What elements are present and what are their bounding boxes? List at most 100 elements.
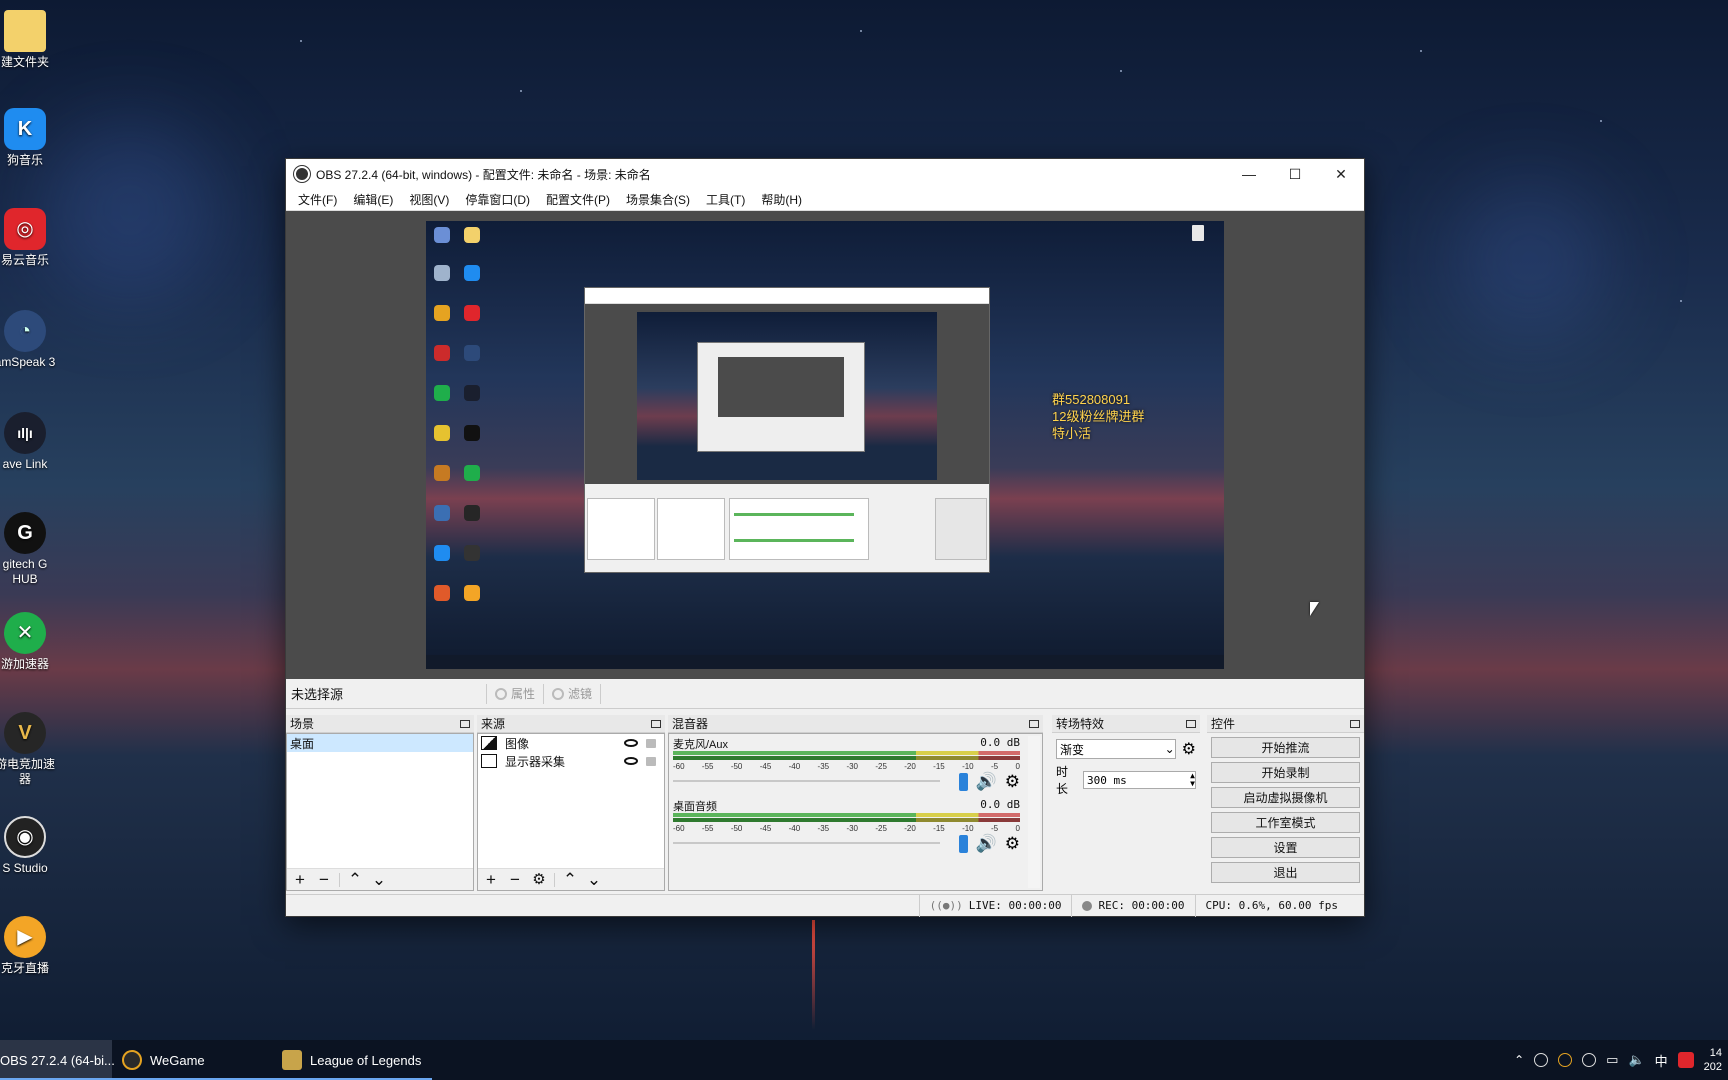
source-item[interactable]: 图像 xyxy=(478,734,664,752)
wegame-tray-icon[interactable] xyxy=(1558,1053,1573,1067)
mini-desktop-icon xyxy=(464,585,480,601)
mini-desktop-icon xyxy=(434,425,450,441)
desktop-icon-netease[interactable]: ◎ 易云音乐 xyxy=(0,208,60,268)
network-icon[interactable]: ▭ xyxy=(1606,1052,1618,1068)
volume-slider-handle[interactable] xyxy=(958,773,968,791)
controls-buttons: 开始推流 开始录制 启动虚拟摄像机 工作室模式 设置 退出 xyxy=(1207,733,1364,883)
eye-icon[interactable] xyxy=(624,739,638,747)
start-streaming-button[interactable]: 开始推流 xyxy=(1211,737,1360,758)
tick-label: -20 xyxy=(904,762,916,771)
transition-select[interactable]: 渐变 ⌄ xyxy=(1056,739,1176,759)
menu-scene-collection[interactable]: 场景集合(S) xyxy=(618,191,698,208)
desktop-icon-folder[interactable]: 建文件夹 xyxy=(0,10,60,70)
float-dock-icon[interactable] xyxy=(1186,719,1196,728)
overlay-line: 12级粉丝牌进群 xyxy=(1052,409,1145,424)
desktop-icon-obs[interactable]: ◉ S Studio xyxy=(0,816,60,876)
float-dock-icon[interactable] xyxy=(1029,719,1039,728)
studio-mode-button[interactable]: 工作室模式 xyxy=(1211,812,1360,833)
scenes-toolbar: + − ⌃ ⌄ xyxy=(287,868,473,890)
properties-button[interactable]: 属性 xyxy=(486,683,543,704)
scenes-list: 桌面 + − ⌃ ⌄ xyxy=(286,733,474,891)
menu-file[interactable]: 文件(F) xyxy=(290,191,345,208)
duration-label: 时长 xyxy=(1056,765,1069,796)
minimize-button[interactable]: — xyxy=(1226,159,1272,189)
title-bar[interactable]: OBS 27.2.4 (64-bit, windows) - 配置文件: 未命名… xyxy=(286,159,1364,189)
mini-desktop-icon xyxy=(434,345,450,361)
desktop-icon-label: ave Link xyxy=(2,457,48,471)
volume-meter xyxy=(673,818,1020,822)
move-up-icon[interactable]: ⌃ xyxy=(346,870,364,889)
menu-view[interactable]: 视图(V) xyxy=(401,191,457,208)
menu-docks[interactable]: 停靠窗口(D) xyxy=(457,191,538,208)
remove-icon[interactable]: − xyxy=(506,870,524,889)
preview-canvas[interactable]: 群552808091 12级粉丝牌进群 特小活 xyxy=(426,221,1224,669)
desktop-icon-accelerator[interactable]: ✕ 游加速器 xyxy=(0,612,60,672)
desktop-icon-kugou[interactable]: K 狗音乐 xyxy=(0,108,60,168)
float-dock-icon[interactable] xyxy=(460,719,470,728)
desktop-icon-ghub[interactable]: G gitech G HUB xyxy=(0,512,60,587)
menu-help[interactable]: 帮助(H) xyxy=(753,191,810,208)
lock-icon[interactable] xyxy=(646,738,656,748)
speaker-icon[interactable]: 🔊 xyxy=(976,772,997,792)
move-down-icon[interactable]: ⌄ xyxy=(370,870,388,889)
desktop-icon-esports[interactable]: V 游电竞加速器 xyxy=(0,712,60,787)
clock[interactable]: 14 202 xyxy=(1704,1046,1722,1074)
gear-icon[interactable]: ⚙ xyxy=(1182,739,1196,759)
float-dock-icon[interactable] xyxy=(651,719,661,728)
lock-icon[interactable] xyxy=(646,756,656,766)
desktop-icon-label: 游电竞加速器 xyxy=(0,757,55,786)
exit-button[interactable]: 退出 xyxy=(1211,862,1360,883)
volume-slider[interactable] xyxy=(673,780,940,782)
preview-area[interactable]: 群552808091 12级粉丝牌进群 特小活 xyxy=(286,211,1364,679)
gear-icon[interactable]: ⚙ xyxy=(1005,772,1020,792)
start-virtual-camera-button[interactable]: 启动虚拟摄像机 xyxy=(1211,787,1360,808)
tick-label: -10 xyxy=(962,762,974,771)
desktop-icon-huya[interactable]: ▶ 克牙直播 xyxy=(0,916,60,976)
gear-icon[interactable]: ⚙ xyxy=(530,871,548,889)
menu-tools[interactable]: 工具(T) xyxy=(698,191,753,208)
start-recording-button[interactable]: 开始录制 xyxy=(1211,762,1360,783)
maximize-button[interactable]: ☐ xyxy=(1272,159,1318,189)
spin-arrows-icon[interactable]: ▲ ▼ xyxy=(1190,772,1195,788)
ime-indicator[interactable]: 中 xyxy=(1655,1051,1668,1070)
mixer-dock: 混音器 麦克风/Aux 0.0 dB -60 -55 -50 -45 -40 -35 -30… xyxy=(668,715,1043,891)
sogou-ime-icon[interactable] xyxy=(1677,1052,1694,1068)
mixer-scrollbar[interactable] xyxy=(1028,736,1040,888)
float-dock-icon[interactable] xyxy=(1350,719,1360,728)
obs-tray-icon[interactable] xyxy=(1534,1053,1549,1067)
channel-header: 麦克风/Aux 0.0 dB xyxy=(673,736,1020,751)
docks-area: 场景 桌面 + − ⌃ ⌄ 来源 图像 显示器采集 + − ⚙ ⌃ ⌄ 混音器 … xyxy=(286,715,1364,891)
mini-desktop-icon xyxy=(464,545,480,561)
gear-icon[interactable]: ⚙ xyxy=(1005,834,1020,854)
move-up-icon[interactable]: ⌃ xyxy=(561,870,579,889)
source-item[interactable]: 显示器采集 xyxy=(478,752,664,770)
move-down-icon[interactable]: ⌄ xyxy=(585,870,603,889)
add-icon[interactable]: + xyxy=(291,870,309,889)
add-icon[interactable]: + xyxy=(482,870,500,889)
filters-button[interactable]: 滤镜 xyxy=(543,683,600,704)
close-button[interactable]: ✕ xyxy=(1318,159,1364,189)
chevron-up-icon[interactable]: ⌃ xyxy=(1514,1053,1524,1067)
taskbar-item-lol[interactable]: League of Legends xyxy=(272,1040,432,1080)
taskbar-item-wegame[interactable]: WeGame xyxy=(112,1040,272,1080)
speaker-icon[interactable]: 🔊 xyxy=(976,834,997,854)
desktop-icon-teamspeak[interactable]: ◔ amSpeak 3 xyxy=(0,310,60,370)
system-tray: ⌃ ▭ 🔈 中 14 202 xyxy=(1514,1040,1728,1080)
kugou-icon: K xyxy=(4,108,46,150)
volume-slider-handle[interactable] xyxy=(958,835,968,853)
scene-item[interactable]: 桌面 xyxy=(287,734,473,752)
mini-desktop-icon xyxy=(434,585,450,601)
source-item-label: 显示器采集 xyxy=(505,754,566,769)
desktop-icon-wavelink[interactable]: ıl|ı ave Link xyxy=(0,412,60,472)
volume-slider[interactable] xyxy=(673,842,940,844)
duration-spinbox[interactable]: 300 ms ▲ ▼ xyxy=(1082,771,1196,789)
settings-button[interactable]: 设置 xyxy=(1211,837,1360,858)
remove-icon[interactable]: − xyxy=(315,870,333,889)
volume-icon[interactable]: 🔈 xyxy=(1628,1052,1644,1068)
eye-icon[interactable] xyxy=(624,757,638,765)
controls-dock: 控件 开始推流 开始录制 启动虚拟摄像机 工作室模式 设置 退出 xyxy=(1207,715,1364,891)
network-tray-icon[interactable] xyxy=(1582,1053,1597,1067)
taskbar-item-obs[interactable]: OBS 27.2.4 (64-bi... xyxy=(0,1040,115,1080)
menu-profile[interactable]: 配置文件(P) xyxy=(538,191,618,208)
menu-edit[interactable]: 编辑(E) xyxy=(345,191,401,208)
